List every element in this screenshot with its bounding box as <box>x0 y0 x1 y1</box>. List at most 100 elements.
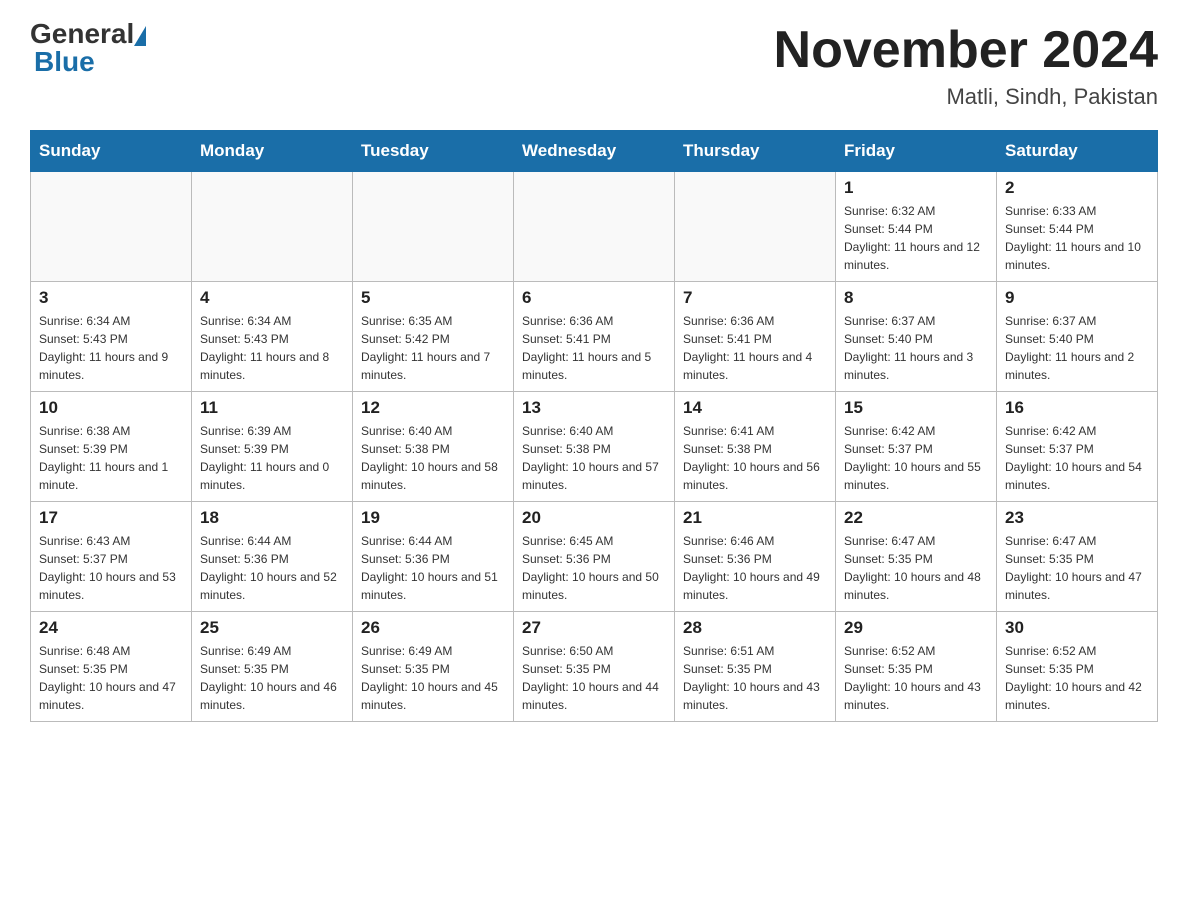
day-info: Sunrise: 6:44 AMSunset: 5:36 PMDaylight:… <box>361 532 505 604</box>
day-number: 8 <box>844 288 988 308</box>
calendar-cell: 22 Sunrise: 6:47 AMSunset: 5:35 PMDayligh… <box>836 502 997 612</box>
calendar-cell <box>192 172 353 282</box>
day-info: Sunrise: 6:47 AMSunset: 5:35 PMDaylight:… <box>1005 532 1149 604</box>
header-wednesday: Wednesday <box>514 131 675 172</box>
page-header: General Blue November 2024 Matli, Sindh,… <box>30 20 1158 110</box>
day-number: 18 <box>200 508 344 528</box>
calendar-cell: 28Sunrise: 6:51 AMSunset: 5:35 PMDayligh… <box>675 612 836 722</box>
day-number: 3 <box>39 288 183 308</box>
title-area: November 2024 Matli, Sindh, Pakistan <box>774 20 1158 110</box>
calendar-cell: 18 Sunrise: 6:44 AMSunset: 5:36 PMDayligh… <box>192 502 353 612</box>
day-info: Sunrise: 6:52 AMSunset: 5:35 PMDaylight:… <box>844 642 988 714</box>
day-number: 20 <box>522 508 666 528</box>
day-info: Sunrise: 6:36 AMSunset: 5:41 PMDaylight:… <box>683 312 827 384</box>
logo-blue-text: Blue <box>34 48 146 76</box>
day-info: Sunrise: 6:40 AMSunset: 5:38 PMDaylight:… <box>361 422 505 494</box>
day-number: 5 <box>361 288 505 308</box>
logo: General Blue <box>30 20 146 76</box>
day-info: Sunrise: 6:51 AMSunset: 5:35 PMDaylight:… <box>683 642 827 714</box>
day-number: 30 <box>1005 618 1149 638</box>
day-info: Sunrise: 6:37 AMSunset: 5:40 PMDaylight:… <box>844 312 988 384</box>
day-info: Sunrise: 6:34 AMSunset: 5:43 PMDaylight:… <box>200 312 344 384</box>
calendar-cell: 25 Sunrise: 6:49 AMSunset: 5:35 PMDayligh… <box>192 612 353 722</box>
day-info: Sunrise: 6:48 AMSunset: 5:35 PMDaylight:… <box>39 642 183 714</box>
day-info: Sunrise: 6:36 AMSunset: 5:41 PMDaylight:… <box>522 312 666 384</box>
day-number: 23 <box>1005 508 1149 528</box>
calendar-cell: 24Sunrise: 6:48 AMSunset: 5:35 PMDayligh… <box>31 612 192 722</box>
day-number: 16 <box>1005 398 1149 418</box>
day-info: Sunrise: 6:38 AMSunset: 5:39 PMDaylight:… <box>39 422 183 494</box>
calendar-cell <box>31 172 192 282</box>
day-number: 7 <box>683 288 827 308</box>
calendar-table: SundayMondayTuesdayWednesdayThursdayFrid… <box>30 130 1158 722</box>
calendar-cell: 12 Sunrise: 6:40 AMSunset: 5:38 PMDayligh… <box>353 392 514 502</box>
day-number: 19 <box>361 508 505 528</box>
calendar-cell: 1Sunrise: 6:32 AMSunset: 5:44 PMDaylight… <box>836 172 997 282</box>
day-number: 9 <box>1005 288 1149 308</box>
day-number: 6 <box>522 288 666 308</box>
day-info: Sunrise: 6:50 AMSunset: 5:35 PMDaylight:… <box>522 642 666 714</box>
day-number: 4 <box>200 288 344 308</box>
header-tuesday: Tuesday <box>353 131 514 172</box>
day-number: 22 <box>844 508 988 528</box>
week-row-5: 24Sunrise: 6:48 AMSunset: 5:35 PMDayligh… <box>31 612 1158 722</box>
day-info: Sunrise: 6:37 AMSunset: 5:40 PMDaylight:… <box>1005 312 1149 384</box>
day-number: 14 <box>683 398 827 418</box>
day-number: 1 <box>844 178 988 198</box>
day-number: 17 <box>39 508 183 528</box>
day-number: 29 <box>844 618 988 638</box>
day-info: Sunrise: 6:42 AMSunset: 5:37 PMDaylight:… <box>1005 422 1149 494</box>
logo-text-area: General Blue <box>30 20 146 76</box>
calendar-cell: 6 Sunrise: 6:36 AMSunset: 5:41 PMDaylight… <box>514 282 675 392</box>
week-row-3: 10 Sunrise: 6:38 AMSunset: 5:39 PMDayligh… <box>31 392 1158 502</box>
calendar-cell <box>514 172 675 282</box>
week-row-4: 17Sunrise: 6:43 AMSunset: 5:37 PMDayligh… <box>31 502 1158 612</box>
calendar-cell: 30 Sunrise: 6:52 AMSunset: 5:35 PMDayligh… <box>997 612 1158 722</box>
day-number: 2 <box>1005 178 1149 198</box>
day-number: 25 <box>200 618 344 638</box>
day-info: Sunrise: 6:49 AMSunset: 5:35 PMDaylight:… <box>200 642 344 714</box>
day-info: Sunrise: 6:34 AMSunset: 5:43 PMDaylight:… <box>39 312 183 384</box>
calendar-cell: 9 Sunrise: 6:37 AMSunset: 5:40 PMDaylight… <box>997 282 1158 392</box>
header-monday: Monday <box>192 131 353 172</box>
calendar-cell: 16 Sunrise: 6:42 AMSunset: 5:37 PMDayligh… <box>997 392 1158 502</box>
calendar-cell: 26 Sunrise: 6:49 AMSunset: 5:35 PMDayligh… <box>353 612 514 722</box>
week-row-1: 1Sunrise: 6:32 AMSunset: 5:44 PMDaylight… <box>31 172 1158 282</box>
calendar-cell <box>353 172 514 282</box>
day-info: Sunrise: 6:45 AMSunset: 5:36 PMDaylight:… <box>522 532 666 604</box>
calendar-cell <box>675 172 836 282</box>
day-number: 13 <box>522 398 666 418</box>
calendar-cell: 8 Sunrise: 6:37 AMSunset: 5:40 PMDaylight… <box>836 282 997 392</box>
week-row-2: 3 Sunrise: 6:34 AMSunset: 5:43 PMDaylight… <box>31 282 1158 392</box>
logo-triangle-icon <box>134 26 146 46</box>
calendar-cell: 4 Sunrise: 6:34 AMSunset: 5:43 PMDaylight… <box>192 282 353 392</box>
day-info: Sunrise: 6:49 AMSunset: 5:35 PMDaylight:… <box>361 642 505 714</box>
day-number: 26 <box>361 618 505 638</box>
day-info: Sunrise: 6:46 AMSunset: 5:36 PMDaylight:… <box>683 532 827 604</box>
calendar-cell: 2 Sunrise: 6:33 AMSunset: 5:44 PMDaylight… <box>997 172 1158 282</box>
day-number: 10 <box>39 398 183 418</box>
day-number: 11 <box>200 398 344 418</box>
day-info: Sunrise: 6:52 AMSunset: 5:35 PMDaylight:… <box>1005 642 1149 714</box>
calendar-cell: 7 Sunrise: 6:36 AMSunset: 5:41 PMDaylight… <box>675 282 836 392</box>
logo-general: General <box>30 20 134 48</box>
calendar-header-row: SundayMondayTuesdayWednesdayThursdayFrid… <box>31 131 1158 172</box>
day-info: Sunrise: 6:33 AMSunset: 5:44 PMDaylight:… <box>1005 202 1149 274</box>
day-number: 15 <box>844 398 988 418</box>
day-info: Sunrise: 6:42 AMSunset: 5:37 PMDaylight:… <box>844 422 988 494</box>
calendar-cell: 5Sunrise: 6:35 AMSunset: 5:42 PMDaylight… <box>353 282 514 392</box>
calendar-cell: 23 Sunrise: 6:47 AMSunset: 5:35 PMDayligh… <box>997 502 1158 612</box>
day-number: 12 <box>361 398 505 418</box>
day-info: Sunrise: 6:44 AMSunset: 5:36 PMDaylight:… <box>200 532 344 604</box>
day-number: 27 <box>522 618 666 638</box>
calendar-cell: 19 Sunrise: 6:44 AMSunset: 5:36 PMDayligh… <box>353 502 514 612</box>
header-friday: Friday <box>836 131 997 172</box>
location-title: Matli, Sindh, Pakistan <box>774 84 1158 110</box>
day-info: Sunrise: 6:40 AMSunset: 5:38 PMDaylight:… <box>522 422 666 494</box>
calendar-cell: 10 Sunrise: 6:38 AMSunset: 5:39 PMDayligh… <box>31 392 192 502</box>
day-info: Sunrise: 6:47 AMSunset: 5:35 PMDaylight:… <box>844 532 988 604</box>
day-info: Sunrise: 6:39 AMSunset: 5:39 PMDaylight:… <box>200 422 344 494</box>
calendar-cell: 21Sunrise: 6:46 AMSunset: 5:36 PMDayligh… <box>675 502 836 612</box>
calendar-cell: 29 Sunrise: 6:52 AMSunset: 5:35 PMDayligh… <box>836 612 997 722</box>
calendar-cell: 11 Sunrise: 6:39 AMSunset: 5:39 PMDayligh… <box>192 392 353 502</box>
